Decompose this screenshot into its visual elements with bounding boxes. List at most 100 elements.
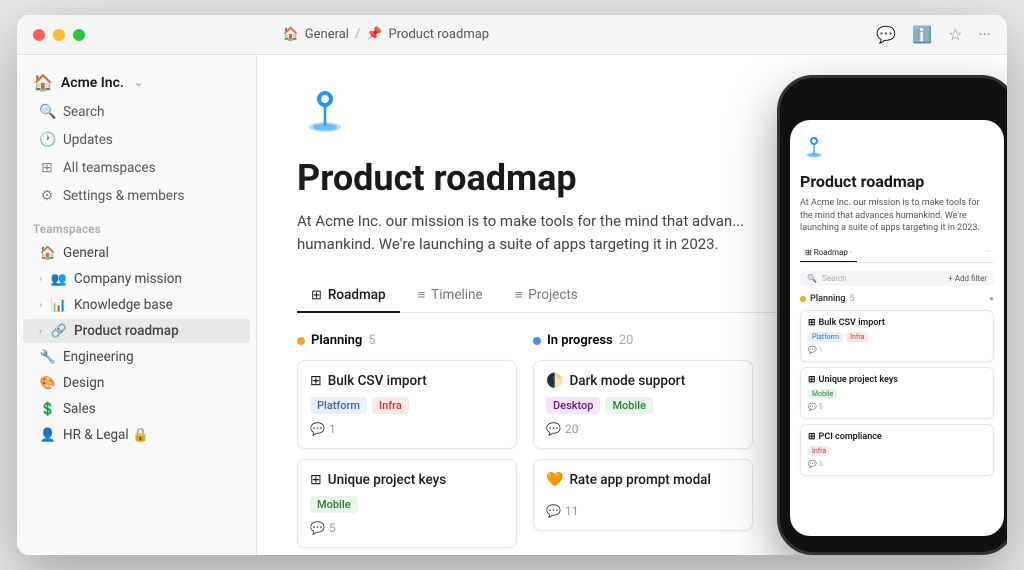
phone-inprogress-dot: ● xyxy=(989,294,994,303)
tag-desktop: Desktop xyxy=(546,397,600,414)
phone-tag-infra: Infra xyxy=(808,446,830,456)
phone-card-icon: ⊞ xyxy=(808,318,816,328)
phone-comment-icon: 💬 xyxy=(808,403,817,411)
sidebar-item-sales[interactable]: 💲 Sales xyxy=(23,397,250,421)
card-comments: 💬 1 xyxy=(310,422,504,436)
tag-infra: Infra xyxy=(372,397,409,414)
comment-icon: 💬 xyxy=(310,422,325,436)
sidebar-item-design-label: Design xyxy=(63,375,104,391)
phone-page-icon xyxy=(800,134,994,166)
planning-count: 5 xyxy=(368,333,375,348)
workspace-item[interactable]: 🏠 Acme Inc. ⌄ xyxy=(17,67,256,98)
tab-roadmap[interactable]: ⊞ Roadmap xyxy=(297,279,400,313)
card-bulk-csv-import[interactable]: ⊞ Bulk CSV import Platform Infra 💬 1 xyxy=(297,360,517,449)
card-comments: 💬 20 xyxy=(546,422,740,436)
sidebar-item-design[interactable]: 🎨 Design xyxy=(23,371,250,395)
phone-card-title-text: PCI compliance xyxy=(819,432,882,442)
card-title-text: Bulk CSV import xyxy=(328,373,427,389)
phone-tag-mobile: Mobile xyxy=(808,389,837,399)
card-rate-app-prompt[interactable]: 🧡 Rate app prompt modal 💬 11 xyxy=(533,459,753,531)
card-title: 🌓 Dark mode support xyxy=(546,373,740,389)
phone-planning-count: 5 xyxy=(850,294,855,304)
sidebar-section-teamspaces: Teamspaces xyxy=(17,210,256,240)
phone-card-bulk-csv[interactable]: ⊞ Bulk CSV import Platform Infra 💬 1 xyxy=(800,310,994,362)
card-dark-mode-support[interactable]: 🌓 Dark mode support Desktop Mobile 💬 20 xyxy=(533,360,753,449)
roadmap-tab-icon: ⊞ xyxy=(311,288,322,303)
breadcrumb-page[interactable]: Product roadmap xyxy=(389,27,490,42)
tab-projects[interactable]: ≡ Projects xyxy=(501,279,592,313)
engineering-icon: 🔧 xyxy=(39,350,57,365)
breadcrumb-general[interactable]: General xyxy=(305,27,349,42)
projects-tab-icon: ≡ xyxy=(515,287,523,303)
phone-card-title-text: Bulk CSV import xyxy=(819,318,885,328)
general-icon: 🏠 xyxy=(39,246,57,261)
info-icon[interactable]: ℹ️ xyxy=(912,25,932,44)
phone-search-text[interactable]: Search xyxy=(822,274,847,283)
breadcrumb-page-icon: 📌 xyxy=(366,27,382,42)
phone-filter-button[interactable]: + Add filter xyxy=(948,274,987,283)
sidebar-item-sales-label: Sales xyxy=(63,401,96,417)
sidebar-item-engineering-label: Engineering xyxy=(63,349,134,365)
phone-card-unique-project-keys[interactable]: ⊞ Unique project keys Mobile 💬 5 xyxy=(800,367,994,419)
phone-card-title: ⊞ PCI compliance xyxy=(808,432,986,442)
sales-icon: 💲 xyxy=(39,402,57,417)
knowledge-base-icon: 📊 xyxy=(50,298,68,313)
column-header-inprogress: In progress 20 xyxy=(533,333,753,348)
minimize-button[interactable] xyxy=(53,29,65,41)
comment-icon[interactable]: 💬 xyxy=(876,25,896,44)
tab-timeline[interactable]: ≡ Timeline xyxy=(404,279,497,313)
company-mission-icon: 👥 xyxy=(50,272,68,287)
sidebar-nav-updates[interactable]: 🕐 Updates xyxy=(23,127,250,153)
maximize-button[interactable] xyxy=(73,29,85,41)
sidebar-item-knowledge-base[interactable]: › 📊 Knowledge base xyxy=(23,293,250,317)
sidebar-nav-settings[interactable]: ⚙ Settings & members xyxy=(23,183,250,209)
content-area: Product roadmap At Acme Inc. our mission… xyxy=(257,55,1007,555)
sidebar-item-product-roadmap[interactable]: › 🔗 Product roadmap xyxy=(23,319,250,343)
phone-card-comments: 💬 1 xyxy=(808,346,986,354)
phone-card-tags: Mobile xyxy=(808,389,986,399)
phone-tab-more[interactable]: ··· xyxy=(984,245,994,258)
sidebar-item-hr-legal[interactable]: 👤 HR & Legal 🔒 xyxy=(23,423,250,447)
column-header-planning: Planning 5 xyxy=(297,333,517,348)
phone-comment-count: 5 xyxy=(819,403,823,411)
sidebar-item-knowledge-base-label: Knowledge base xyxy=(74,297,173,313)
breadcrumb: 🏠 General / 📌 Product roadmap xyxy=(283,27,490,42)
card-unique-project-keys[interactable]: ⊞ Unique project keys Mobile 💬 5 xyxy=(297,459,517,548)
more-options-icon[interactable]: ··· xyxy=(978,25,991,44)
phone-search-icon: 🔍 xyxy=(807,274,817,283)
card-title: 🧡 Rate app prompt modal xyxy=(546,472,740,488)
comment-count: 5 xyxy=(329,521,336,535)
tag-mobile: Mobile xyxy=(605,397,653,414)
titlebar-actions: 💬 ℹ️ ☆ ··· xyxy=(876,25,991,44)
tab-projects-label: Projects xyxy=(528,287,578,303)
sidebar-nav-search[interactable]: 🔍 Search xyxy=(23,99,250,125)
comment-count: 20 xyxy=(565,422,579,436)
phone-planning-label: Planning xyxy=(810,294,846,304)
page-description: At Acme Inc. our mission is to make tool… xyxy=(297,210,777,255)
sidebar-item-company-mission[interactable]: › 👥 Company mission xyxy=(23,267,250,291)
breadcrumb-general-icon: 🏠 xyxy=(283,27,299,42)
card-title: ⊞ Unique project keys xyxy=(310,472,504,488)
main-layout: 🏠 Acme Inc. ⌄ 🔍 Search 🕐 Updates ⊞ All t… xyxy=(17,55,1007,555)
app-window: 🏠 General / 📌 Product roadmap 💬 ℹ️ ☆ ···… xyxy=(17,15,1007,555)
phone-title: Product roadmap xyxy=(800,172,994,191)
phone-card-title-text: Unique project keys xyxy=(819,375,898,385)
titlebar: 🏠 General / 📌 Product roadmap 💬 ℹ️ ☆ ··· xyxy=(17,15,1007,55)
card-icon: 🌓 xyxy=(546,373,563,389)
close-button[interactable] xyxy=(33,29,45,41)
sidebar-item-general[interactable]: 🏠 General xyxy=(23,241,250,265)
card-comments: 💬 5 xyxy=(310,521,504,535)
tab-timeline-label: Timeline xyxy=(431,287,483,303)
card-tags: Desktop Mobile xyxy=(546,397,740,414)
phone-card-icon: ⊞ xyxy=(808,375,816,385)
sidebar-nav-settings-label: Settings & members xyxy=(63,188,185,204)
sidebar-item-engineering[interactable]: 🔧 Engineering xyxy=(23,345,250,369)
card-title: ⊞ Bulk CSV import xyxy=(310,373,504,389)
phone-screen: Product roadmap At Acme Inc. our mission… xyxy=(790,120,1004,536)
phone-tab-roadmap[interactable]: ⊞ Roadmap · xyxy=(800,245,857,262)
star-icon[interactable]: ☆ xyxy=(948,25,962,44)
sidebar-nav-teamspaces[interactable]: ⊞ All teamspaces xyxy=(23,155,250,181)
phone-card-pci-compliance[interactable]: ⊞ PCI compliance Infra 💬 5 xyxy=(800,424,994,476)
column-planning-label: Planning xyxy=(311,333,362,348)
phone-card-comments: 💬 5 xyxy=(808,403,986,411)
